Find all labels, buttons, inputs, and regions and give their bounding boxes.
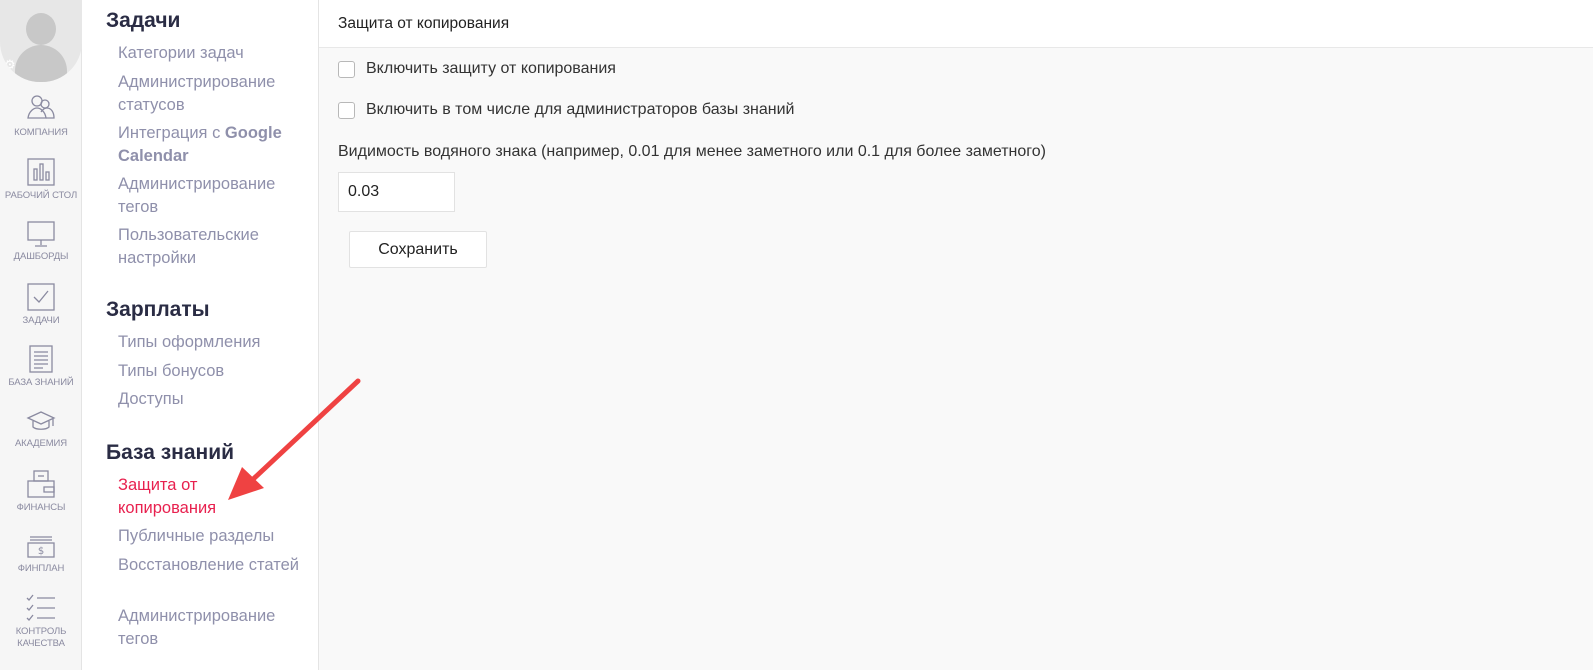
avatar-head [26,13,56,45]
rail-item-academy[interactable]: АКАДЕМИЯ [0,409,82,450]
rail-label-knowledge-base: БАЗА ЗНАНИЙ [8,377,74,388]
rail-item-finplan[interactable]: $ ФИНПЛАН [0,534,82,575]
icon-rail: ⚙ КОМПАНИЯ РАБОЧИЙ СТОЛ ДАШБОРДЫ ЗАДАЧИ … [0,0,82,670]
rail-item-desktop[interactable]: РАБОЧИЙ СТОЛ [0,157,82,202]
admin-protection-checkbox[interactable] [338,102,355,119]
settings-nav: Задачи Категории задач Администрирование… [82,0,319,670]
rail-label-desktop: РАБОЧИЙ СТОЛ [4,190,78,201]
nav-link-public-sections[interactable]: Публичные разделы [118,525,308,548]
bar-chart-icon [27,158,55,186]
nav-section-title-salaries: Зарплаты [106,298,210,321]
rail-label-quality-control: КОНТРОЛЬ КАЧЕСТВА [15,626,67,649]
watermark-visibility-input[interactable] [338,172,455,212]
rail-label-company: КОМПАНИЯ [14,127,68,138]
page-title: Защита от копирования [338,15,510,32]
watermark-visibility-label: Видимость водяного знака (например, 0.01… [338,143,1046,160]
save-button[interactable]: Сохранить [349,231,487,268]
rail-label-academy: АКАДЕМИЯ [14,438,68,449]
checklist-icon [26,594,55,621]
admin-protection-checkbox-label[interactable]: Включить в том числе для администраторов… [366,101,794,119]
page-header: Защита от копирования [319,0,1593,48]
nav-section-title-tasks: Задачи [106,9,181,32]
avatar[interactable]: ⚙ [0,0,82,82]
rail-item-finance[interactable]: ФИНАНСЫ [0,469,82,514]
checkbox-icon [27,283,55,311]
nav-link-tag-admin[interactable]: Администрирование тегов [118,173,308,218]
annotation-arrow [228,378,361,500]
copy-protection-checkbox-label[interactable]: Включить защиту от копирования [366,60,616,78]
nav-link-task-categories[interactable]: Категории задач [118,42,308,65]
graduation-cap-icon [26,411,56,430]
company-icon [27,95,55,119]
nav-section-title-knowledge-base: База знаний [106,441,235,464]
document-icon [29,345,53,373]
nav-link-kb-tag-admin[interactable]: Администрирование тегов [118,605,308,650]
nav-link-article-recovery[interactable]: Восстановление статей [118,554,308,577]
svg-text:$: $ [38,546,44,557]
rail-item-tasks[interactable]: ЗАДАЧИ [0,282,82,327]
copy-protection-checkbox[interactable] [338,61,355,78]
rail-item-company[interactable]: КОМПАНИЯ [0,94,82,139]
monitor-icon [27,221,55,247]
rail-label-tasks: ЗАДАЧИ [22,315,60,326]
avatar-body [15,45,67,82]
main-content: Защита от копирования Включить защиту от… [319,0,1593,670]
rail-label-dashboards: ДАШБОРДЫ [13,251,69,262]
gear-icon[interactable]: ⚙ [4,58,16,71]
rail-item-knowledge-base[interactable]: БАЗА ЗНАНИЙ [0,344,82,389]
rail-label-finance: ФИНАНСЫ [16,502,66,513]
rail-item-quality-control[interactable]: КОНТРОЛЬ КАЧЕСТВА [0,593,82,650]
rail-label-finplan: ФИНПЛАН [17,563,65,574]
nav-link-user-settings[interactable]: Пользовательские настройки [118,224,308,269]
nav-link-status-admin[interactable]: Администрирование статусов [118,71,308,116]
banknote-icon: $ [27,536,55,558]
rail-item-dashboards[interactable]: ДАШБОРДЫ [0,220,82,263]
wallet-icon [27,470,55,498]
nav-link-google-calendar[interactable]: Интеграция с Google Calendar [118,122,308,167]
nav-link-employment-types[interactable]: Типы оформления [118,331,308,354]
nav-link-google-calendar-text: Интеграция с [118,124,221,142]
